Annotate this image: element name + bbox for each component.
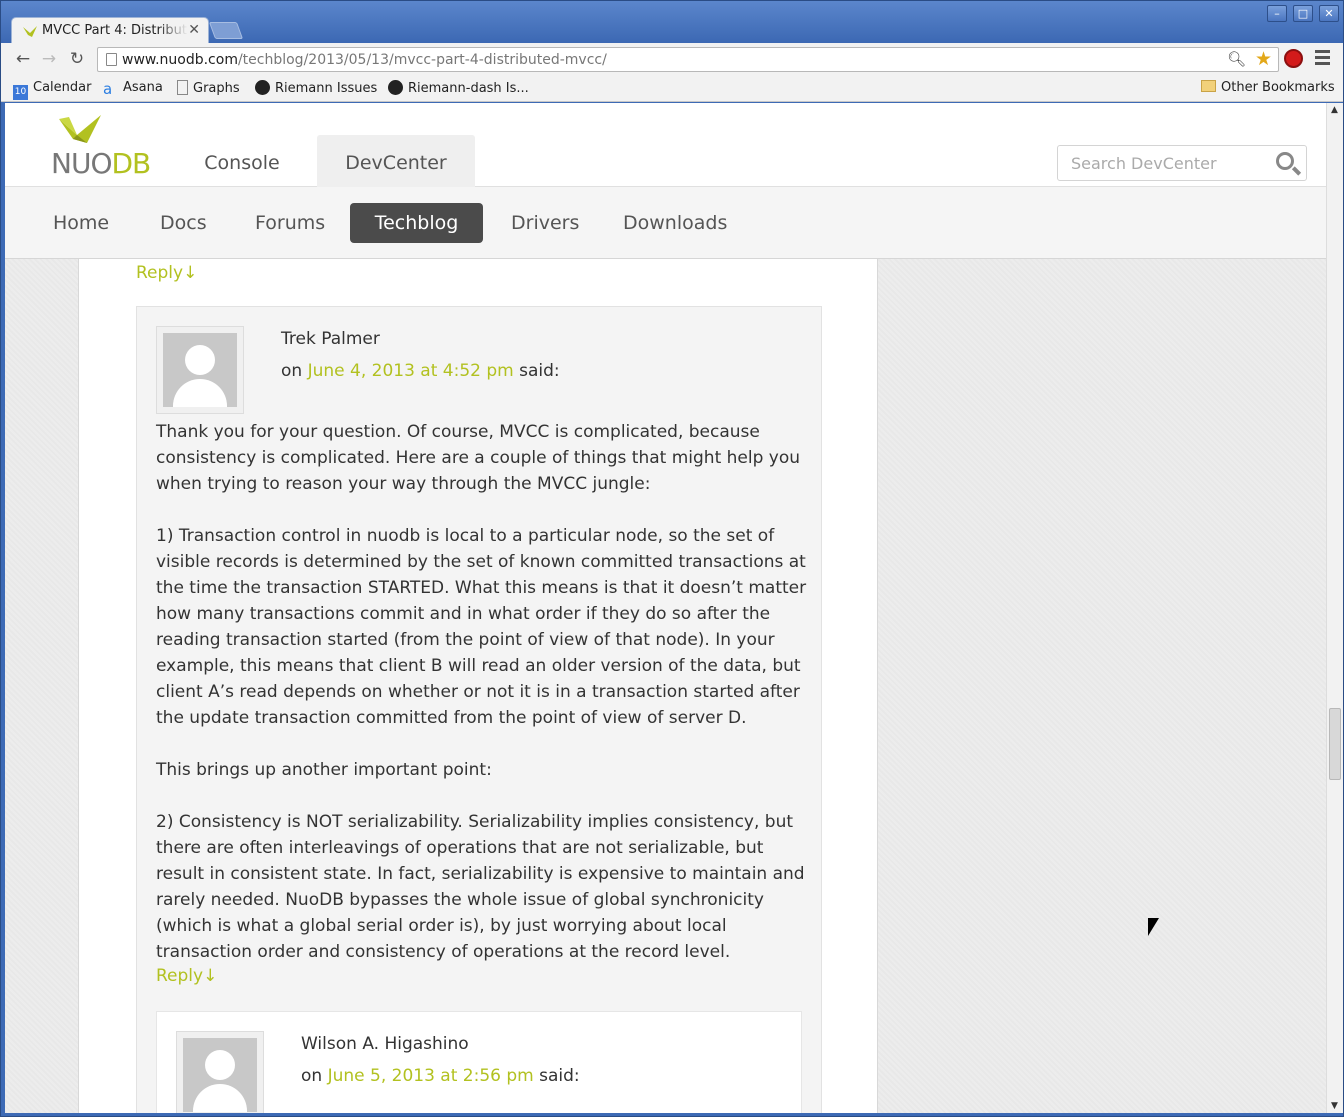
github-icon [388, 80, 403, 95]
maximize-button[interactable]: □ [1293, 5, 1313, 22]
browser-toolbar: ← → ↻ www.nuodb.com/techblog/2013/05/13/… [1, 43, 1343, 76]
search-input[interactable]: Search DevCenter [1057, 145, 1307, 181]
comment-wilson-higashino: Wilson A. Higashino on June 5, 2013 at 2… [156, 1011, 802, 1113]
nav-home[interactable]: Home [39, 203, 123, 243]
scrollbar-thumb[interactable] [1329, 708, 1341, 780]
search-placeholder: Search DevCenter [1071, 154, 1217, 173]
page-icon [177, 80, 188, 95]
tab-console[interactable]: Console [185, 135, 299, 187]
calendar-icon: 10 [13, 85, 28, 100]
comment-paragraph: Thank you for your question. Of course, … [156, 422, 801, 494]
adblock-extension-icon[interactable] [1284, 49, 1303, 68]
address-bar[interactable]: www.nuodb.com/techblog/2013/05/13/mvcc-p… [97, 47, 1279, 72]
tab-close-icon[interactable]: ✕ [188, 22, 200, 38]
title-bar: MVCC Part 4: Distributed MVCC ✕ – □ ✕ [1, 1, 1343, 45]
tab-title: MVCC Part 4: Distributed MVCC [42, 23, 188, 41]
scroll-down-icon[interactable]: ▼ [1331, 1101, 1338, 1111]
content-column: Reply↓ Trek Palmer on June 4, 2013 at 4:… [78, 259, 878, 1113]
back-icon[interactable]: ← [13, 49, 33, 69]
bookmark-asana[interactable]: a Asana [103, 80, 163, 97]
search-icon[interactable] [1276, 152, 1294, 170]
nav-drivers[interactable]: Drivers [497, 203, 593, 243]
mouse-cursor-icon [1148, 918, 1159, 936]
url-domain: www.nuodb.com [122, 52, 238, 68]
nav-techblog[interactable]: Techblog [350, 203, 483, 243]
bookmark-calendar[interactable]: 10 Calendar [13, 80, 91, 100]
comment-trek-palmer: Trek Palmer on June 4, 2013 at 4:52 pm s… [136, 306, 822, 1113]
site-header: NUODB Console DevCenter Search DevCenter [5, 103, 1326, 187]
other-bookmarks[interactable]: Other Bookmarks [1201, 80, 1335, 95]
bookmark-riemann-dash[interactable]: Riemann-dash Is... [388, 80, 529, 96]
user-avatar-icon [183, 1038, 257, 1112]
github-icon [255, 80, 270, 95]
vertical-scrollbar[interactable]: ▲ ▼ [1326, 103, 1343, 1113]
bookmark-star-icon[interactable]: ★ [1255, 48, 1272, 70]
comment-author: Trek Palmer [281, 329, 380, 349]
reply-link[interactable]: Reply↓ [136, 263, 197, 283]
new-tab-button[interactable] [208, 22, 244, 39]
url-path: /techblog/2013/05/13/mvcc-part-4-distrib… [237, 52, 607, 68]
avatar [156, 326, 244, 414]
reload-icon[interactable]: ↻ [67, 49, 87, 69]
logo-wordmark: NUODB [51, 147, 151, 180]
nuodb-logo[interactable]: NUODB [51, 113, 151, 180]
forward-icon[interactable]: → [39, 49, 59, 69]
sub-navigation: Home Docs Forums Techblog Drivers Downlo… [5, 187, 1326, 259]
browser-tab[interactable]: MVCC Part 4: Distributed MVCC ✕ [11, 17, 209, 45]
asana-icon: a [103, 80, 113, 98]
user-avatar-icon [163, 333, 237, 407]
scroll-up-icon[interactable]: ▲ [1331, 105, 1338, 115]
bookmark-graphs[interactable]: Graphs [177, 80, 240, 96]
nuodb-favicon-icon [23, 26, 37, 37]
close-window-button[interactable]: ✕ [1319, 5, 1339, 22]
sidebar-area [878, 259, 1326, 1113]
comment-author: Wilson A. Higashino [301, 1034, 469, 1054]
bookmark-riemann-issues[interactable]: Riemann Issues [255, 80, 377, 96]
comment-meta: on June 4, 2013 at 4:52 pm said: [281, 361, 560, 381]
comment-body: Thank you for your question. Of course, … [156, 419, 808, 965]
web-page: NUODB Console DevCenter Search DevCenter… [5, 103, 1326, 1113]
comment-paragraph: This brings up another important point: [156, 760, 492, 780]
tab-devcenter[interactable]: DevCenter [317, 135, 475, 187]
avatar [176, 1031, 264, 1113]
comment-paragraph: 2) Consistency is NOT serializability. S… [156, 812, 805, 962]
zoom-icon[interactable]: 🔍︎ [1227, 50, 1246, 68]
comment-meta: on June 5, 2013 at 2:56 pm said: [301, 1066, 580, 1086]
minimize-button[interactable]: – [1267, 5, 1287, 22]
nav-forums[interactable]: Forums [241, 203, 339, 243]
reply-link[interactable]: Reply↓ [156, 966, 217, 986]
browser-window: MVCC Part 4: Distributed MVCC ✕ – □ ✕ ← … [0, 0, 1344, 1117]
folder-icon [1201, 80, 1216, 92]
comment-date-link[interactable]: June 4, 2013 at 4:52 pm [308, 361, 514, 381]
crane-logo-icon [59, 115, 101, 143]
comment-date-link[interactable]: June 5, 2013 at 2:56 pm [328, 1066, 534, 1086]
bookmarks-bar: 10 Calendar a Asana Graphs Riemann Issues … [1, 76, 1343, 102]
nav-downloads[interactable]: Downloads [609, 203, 741, 243]
menu-icon[interactable] [1315, 50, 1330, 65]
page-icon [106, 53, 117, 66]
nav-docs[interactable]: Docs [146, 203, 221, 243]
comment-paragraph: 1) Transaction control in nuodb is local… [156, 526, 807, 728]
